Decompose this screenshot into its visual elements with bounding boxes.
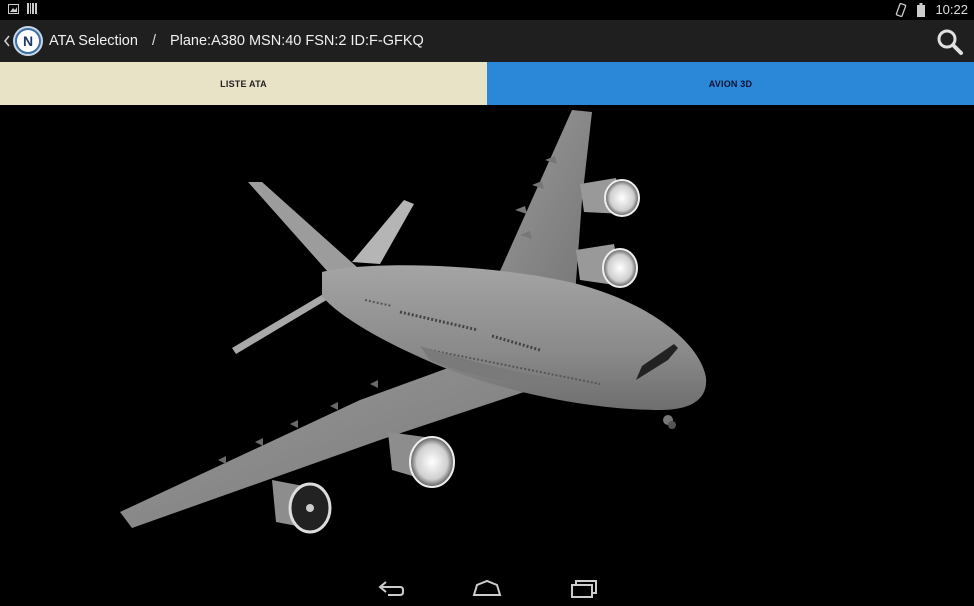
back-icon[interactable]: [374, 576, 406, 600]
aircraft-model[interactable]: [0, 105, 974, 570]
aircraft-3d-viewer[interactable]: [0, 105, 974, 570]
tab-avion-3d[interactable]: AVION 3D: [487, 62, 974, 105]
screen-rotate-icon: [896, 2, 907, 17]
app-logo[interactable]: N: [13, 26, 43, 56]
status-bar: 10:22: [0, 0, 974, 20]
image-notification-icon: [8, 3, 19, 14]
status-time: 10:22: [935, 2, 968, 17]
system-navigation-bar: [0, 570, 974, 606]
up-navigation-chevron-icon[interactable]: [3, 34, 11, 48]
app-logo-letter: N: [17, 30, 39, 52]
breadcrumb-title: ATA Selection: [49, 33, 138, 49]
barcode-notification-icon: [27, 3, 37, 14]
tab-liste-ata[interactable]: LISTE ATA: [0, 62, 487, 105]
breadcrumb-separator: /: [151, 33, 156, 49]
breadcrumb-plane-info: Plane:A380 MSN:40 FSN:2 ID:F-GFKQ: [169, 33, 424, 49]
action-bar: N ATA Selection / Plane:A380 MSN:40 FSN:…: [0, 20, 974, 62]
home-icon[interactable]: [471, 576, 503, 600]
battery-icon: [917, 2, 926, 17]
tab-bar: LISTE ATA AVION 3D: [0, 62, 974, 105]
recent-apps-icon[interactable]: [568, 576, 600, 600]
search-icon[interactable]: [936, 28, 964, 56]
